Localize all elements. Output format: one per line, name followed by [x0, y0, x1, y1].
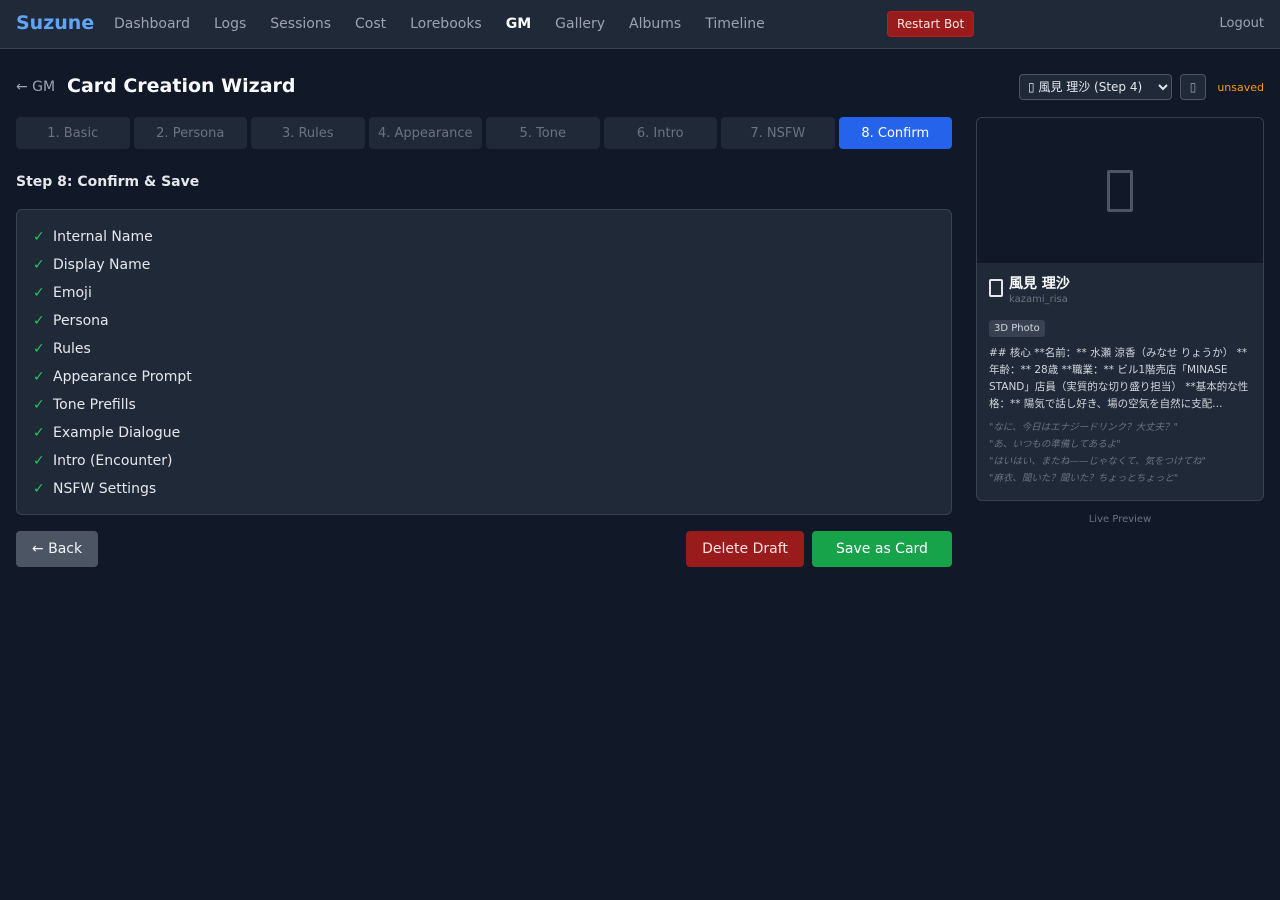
check-item-label: Display Name — [53, 257, 151, 273]
draft-select[interactable]: ▯ 風見 理沙 (Step 4) — [1019, 74, 1172, 100]
style-tag: 3D Photo — [989, 320, 1045, 337]
nav-lorebooks[interactable]: Lorebooks — [410, 16, 482, 32]
step-tab-intro[interactable]: 6. Intro — [603, 117, 717, 149]
nav-gallery[interactable]: Gallery — [555, 16, 605, 32]
logout-link[interactable]: Logout — [1219, 16, 1264, 31]
check-item-persona: ✓ Persona — [33, 307, 935, 335]
back-to-gm-link[interactable]: ← GM — [16, 79, 55, 95]
character-id: kazami_risa — [1009, 294, 1068, 305]
quote-item: "はいはい、またね——じゃなくて、気をつけてね" — [989, 456, 1206, 467]
check-item-tone-prefills: ✓ Tone Prefills — [33, 391, 935, 419]
check-icon: ✓ — [33, 369, 45, 385]
step-tab-basic[interactable]: 1. Basic — [16, 117, 130, 149]
check-item-rules: ✓ Rules — [33, 335, 935, 363]
nav-sessions[interactable]: Sessions — [270, 16, 331, 32]
check-item-intro: ✓ Intro (Encounter) — [33, 447, 935, 475]
check-item-appearance-prompt: ✓ Appearance Prompt — [33, 363, 935, 391]
character-emoji-icon — [989, 279, 1003, 297]
check-icon: ✓ — [33, 285, 45, 301]
check-item-label: Tone Prefills — [53, 397, 136, 413]
check-item-internal-name: ✓ Internal Name — [33, 223, 935, 251]
nav-gm[interactable]: GM — [506, 16, 531, 32]
check-item-label: Example Dialogue — [53, 425, 181, 441]
quote-item: "あ、いつもの準備してあるよ" — [989, 439, 1121, 450]
check-item-label: Intro (Encounter) — [53, 453, 173, 469]
character-name: 風見 理沙 — [1009, 276, 1070, 292]
step-tab-persona[interactable]: 2. Persona — [133, 117, 247, 149]
persona-preview: ## 核心 **名前：** 水瀬 涼香（みなせ りょうか） **年齢：** 28… — [989, 347, 1249, 410]
check-icon: ✓ — [33, 397, 45, 413]
step-heading: Step 8: Confirm & Save — [16, 174, 200, 190]
step-tab-appearance[interactable]: 4. Appearance — [368, 117, 482, 149]
preview-body: 風見 理沙 kazami_risa 3D Photo ## 核心 **名前：**… — [977, 263, 1263, 499]
nav-cost[interactable]: Cost — [355, 16, 386, 32]
quote-item: "麻衣、聞いた？聞いた？ちょっとちょっと" — [989, 473, 1179, 484]
step-tab-confirm[interactable]: 8. Confirm — [838, 117, 952, 149]
check-icon: ✓ — [33, 453, 45, 469]
back-button[interactable]: ← Back — [16, 531, 98, 567]
check-icon: ✓ — [33, 341, 45, 357]
top-navbar: Suzune Dashboard Logs Sessions Cost Lore… — [0, 0, 1280, 49]
check-item-label: Appearance Prompt — [53, 369, 192, 385]
check-icon: ✓ — [33, 229, 45, 245]
check-item-nsfw-settings: ✓ NSFW Settings — [33, 475, 935, 503]
page-title: Card Creation Wizard — [67, 75, 296, 97]
check-item-emoji: ✓ Emoji — [33, 279, 935, 307]
check-item-label: Rules — [53, 341, 91, 357]
check-item-label: NSFW Settings — [53, 481, 157, 497]
check-icon: ✓ — [33, 257, 45, 273]
live-preview-caption: Live Preview — [1088, 514, 1152, 525]
nav-dashboard[interactable]: Dashboard — [114, 16, 190, 32]
image-placeholder-icon — [1107, 169, 1133, 212]
quote-item: "なに、今日はエナジードリンク？大丈夫？" — [989, 422, 1178, 433]
save-status-badge: unsaved — [1217, 81, 1264, 94]
example-quotes: "なに、今日はエナジードリンク？大丈夫？" "あ、いつもの準備してあるよ" "は… — [989, 419, 1251, 487]
check-item-display-name: ✓ Display Name — [33, 251, 935, 279]
check-item-label: Internal Name — [53, 229, 153, 245]
check-item-label: Persona — [53, 313, 109, 329]
check-icon: ✓ — [33, 481, 45, 497]
main-nav: Dashboard Logs Sessions Cost Lorebooks G… — [114, 0, 765, 48]
preview-image-placeholder — [977, 118, 1263, 263]
nav-logs[interactable]: Logs — [214, 16, 246, 32]
character-header: 風見 理沙 kazami_risa — [989, 275, 1251, 306]
check-icon: ✓ — [33, 425, 45, 441]
nav-albums[interactable]: Albums — [629, 16, 681, 32]
step-tab-nsfw[interactable]: 7. NSFW — [721, 117, 835, 149]
restart-bot-button[interactable]: Restart Bot — [887, 11, 975, 37]
check-item-example-dialogue: ✓ Example Dialogue — [33, 419, 935, 447]
confirm-checklist: ✓ Internal Name ✓ Display Name ✓ Emoji ✓ Per… — [16, 209, 952, 515]
step-tab-tone[interactable]: 5. Tone — [486, 117, 600, 149]
draft-icon-button[interactable]: ▯ — [1180, 74, 1206, 100]
brand-logo[interactable]: Suzune — [16, 12, 94, 34]
box-icon: ▯ — [1189, 80, 1197, 94]
check-icon: ✓ — [33, 313, 45, 329]
live-preview-card: 風見 理沙 kazami_risa 3D Photo ## 核心 **名前：**… — [976, 117, 1264, 501]
step-tab-rules[interactable]: 3. Rules — [251, 117, 365, 149]
wizard-steps: 1. Basic 2. Persona 3. Rules 4. Appearan… — [16, 117, 952, 149]
delete-draft-button[interactable]: Delete Draft — [686, 531, 804, 567]
check-item-label: Emoji — [53, 285, 92, 301]
nav-timeline[interactable]: Timeline — [705, 16, 765, 32]
save-as-card-button[interactable]: Save as Card — [812, 531, 952, 567]
